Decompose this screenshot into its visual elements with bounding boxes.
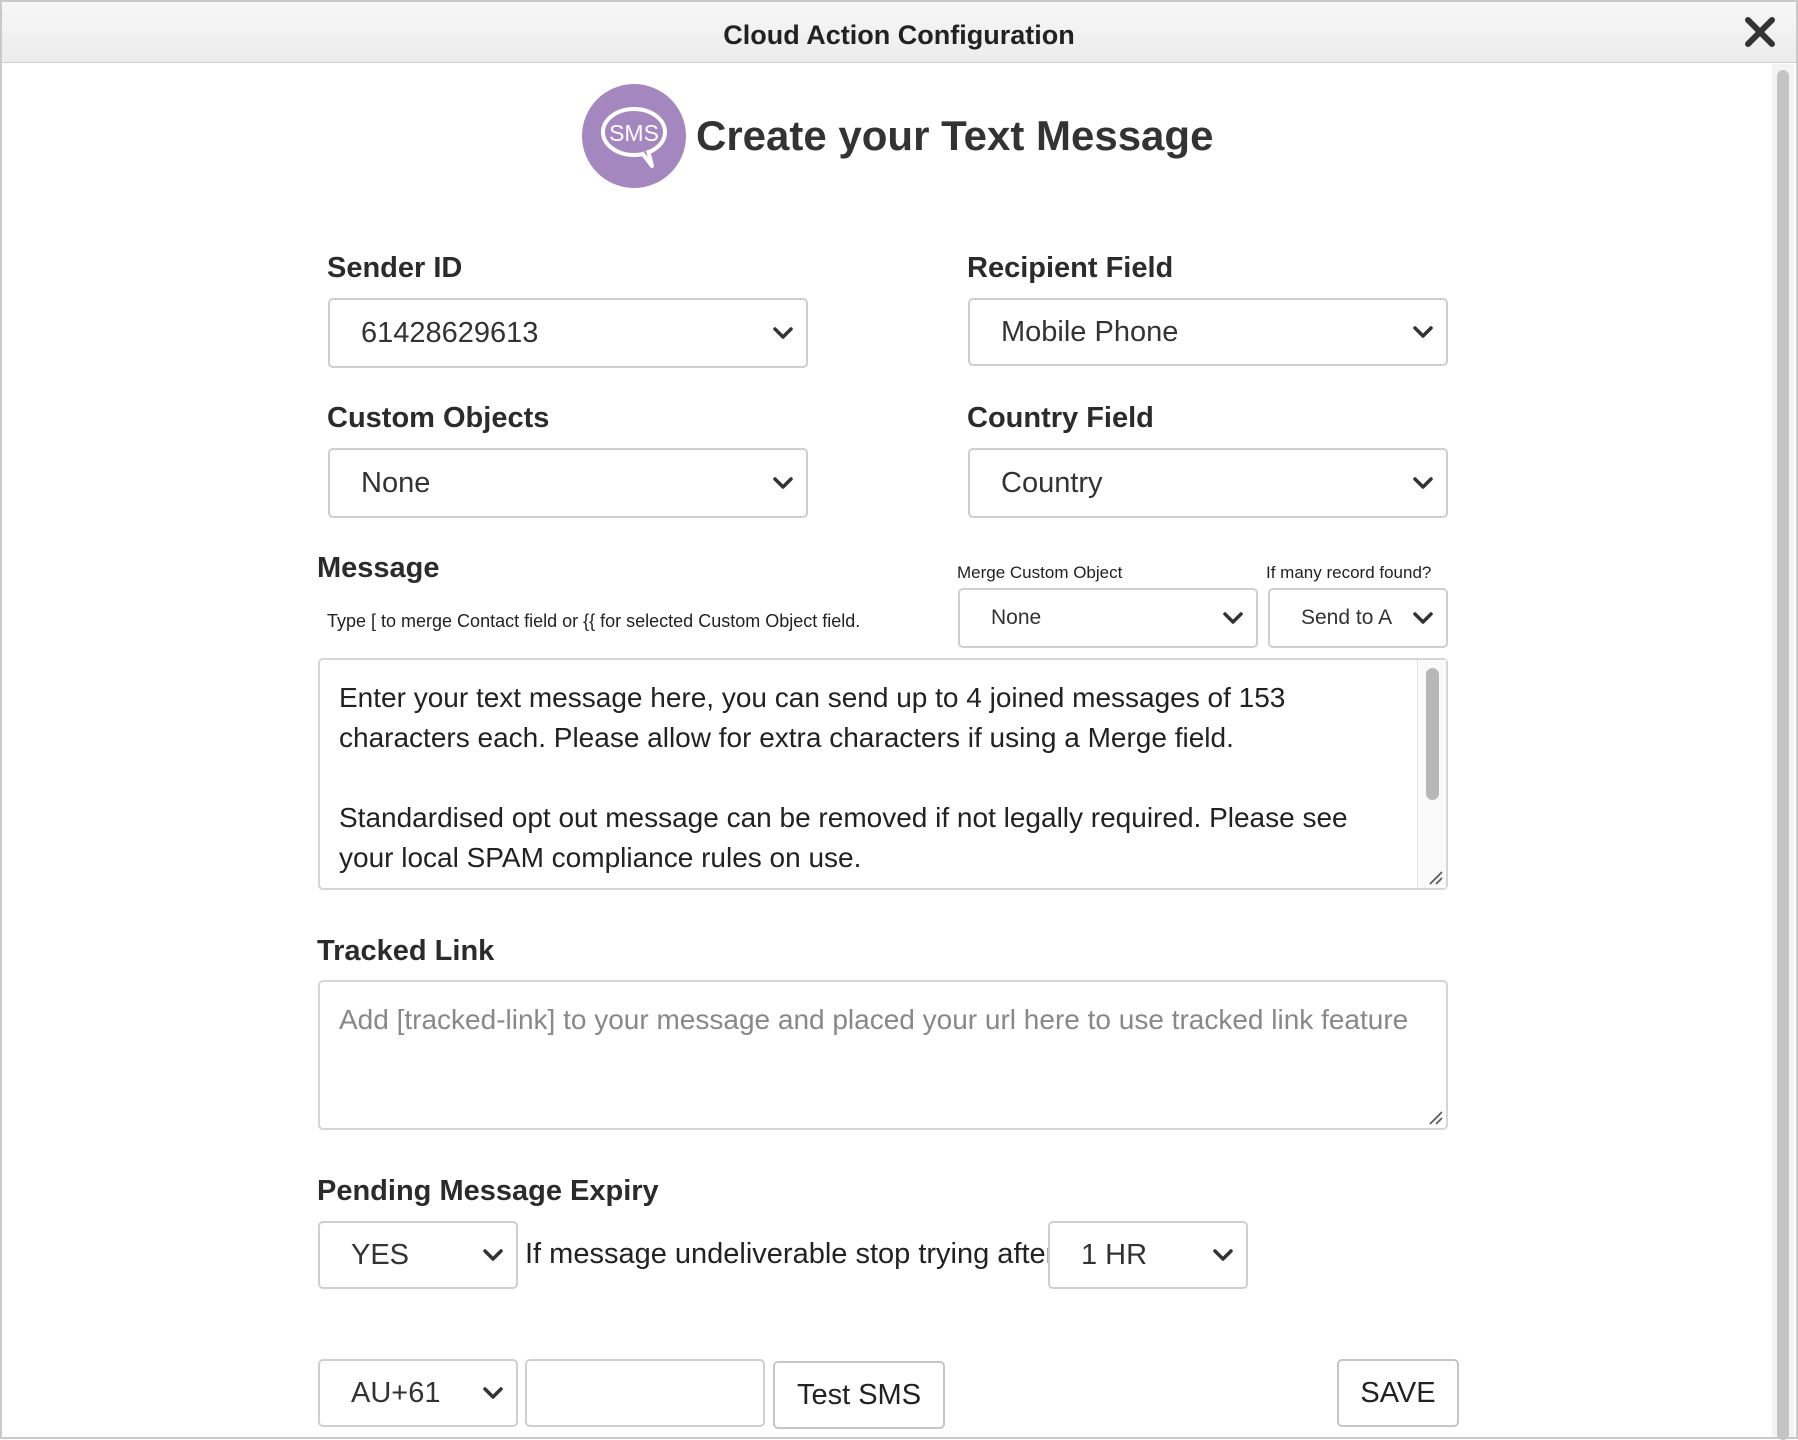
dialog-titlebar: Cloud Action Configuration: [2, 2, 1796, 63]
dialog-scrollbar-thumb[interactable]: [1777, 70, 1789, 1440]
pending-expiry-label: Pending Message Expiry: [317, 1175, 659, 1207]
merge-custom-object-label: Merge Custom Object: [957, 563, 1123, 582]
chevron-down-icon: [1223, 612, 1243, 624]
message-text: Enter your text message here, you can se…: [339, 682, 1348, 873]
message-textarea[interactable]: Enter your text message here, you can se…: [318, 658, 1448, 890]
sms-logo-icon: SMS: [582, 84, 686, 188]
tracked-link-placeholder: Add [tracked-link] to your message and p…: [339, 1004, 1409, 1035]
test-sms-button[interactable]: Test SMS: [773, 1361, 945, 1429]
test-phone-input[interactable]: [525, 1359, 765, 1427]
tracked-link-label: Tracked Link: [317, 935, 495, 967]
save-button[interactable]: SAVE: [1337, 1359, 1459, 1427]
chevron-down-icon: [1413, 477, 1433, 489]
sms-logo-text: SMS: [609, 120, 659, 146]
close-icon[interactable]: [1742, 14, 1778, 50]
many-records-value: Send to A: [1301, 606, 1393, 629]
page-title: Create your Text Message: [696, 112, 1214, 159]
message-label: Message: [317, 552, 440, 584]
page-header: SMS Create your Text Message: [582, 84, 1213, 188]
sender-id-label: Sender ID: [327, 252, 463, 284]
chevron-down-icon: [773, 327, 793, 339]
expiry-duration-select[interactable]: 1 HR: [1048, 1221, 1248, 1289]
chevron-down-icon: [1213, 1249, 1233, 1261]
country-field-select[interactable]: Country: [968, 448, 1448, 518]
message-merge-hint: Type [ to merge Contact field or {{ for …: [327, 611, 861, 631]
recipient-field-value: Mobile Phone: [1001, 315, 1179, 348]
resize-handle-icon[interactable]: [1427, 1109, 1443, 1125]
resize-handle-icon[interactable]: [1427, 869, 1443, 885]
expiry-enabled-select[interactable]: YES: [318, 1221, 518, 1289]
test-country-code-value: AU+61: [351, 1376, 441, 1409]
many-records-select[interactable]: Send to A: [1268, 588, 1448, 648]
recipient-field-select[interactable]: Mobile Phone: [968, 298, 1448, 366]
message-scrollbar-thumb[interactable]: [1426, 668, 1439, 800]
chevron-down-icon: [483, 1249, 503, 1261]
chevron-down-icon: [1413, 612, 1433, 624]
cloud-action-dialog: Cloud Action Configuration SMS Create yo…: [0, 0, 1798, 1440]
chevron-down-icon: [773, 477, 793, 489]
custom-objects-select[interactable]: None: [328, 448, 808, 518]
dialog-title: Cloud Action Configuration: [723, 20, 1075, 50]
merge-custom-object-select[interactable]: None: [958, 588, 1258, 648]
test-country-code-select[interactable]: AU+61: [318, 1359, 518, 1427]
message-scrollbar[interactable]: [1417, 660, 1446, 888]
tracked-link-textarea[interactable]: Add [tracked-link] to your message and p…: [318, 980, 1448, 1130]
recipient-field-label: Recipient Field: [967, 252, 1174, 284]
merge-custom-object-value: None: [991, 606, 1042, 629]
country-field-value: Country: [1001, 466, 1103, 499]
expiry-duration-value: 1 HR: [1081, 1238, 1148, 1271]
custom-objects-label: Custom Objects: [327, 402, 550, 434]
chevron-down-icon: [483, 1387, 503, 1399]
expiry-description: If message undeliverable stop trying aft…: [525, 1238, 1056, 1270]
chevron-down-icon: [1413, 326, 1433, 338]
custom-objects-value: None: [361, 466, 431, 499]
many-records-label: If many record found?: [1266, 563, 1432, 582]
sender-id-value: 61428629613: [361, 316, 539, 349]
expiry-enabled-value: YES: [351, 1238, 410, 1271]
country-field-label: Country Field: [967, 402, 1154, 434]
sender-id-select[interactable]: 61428629613: [328, 298, 808, 368]
dialog-scrollbar[interactable]: [1772, 64, 1794, 1440]
